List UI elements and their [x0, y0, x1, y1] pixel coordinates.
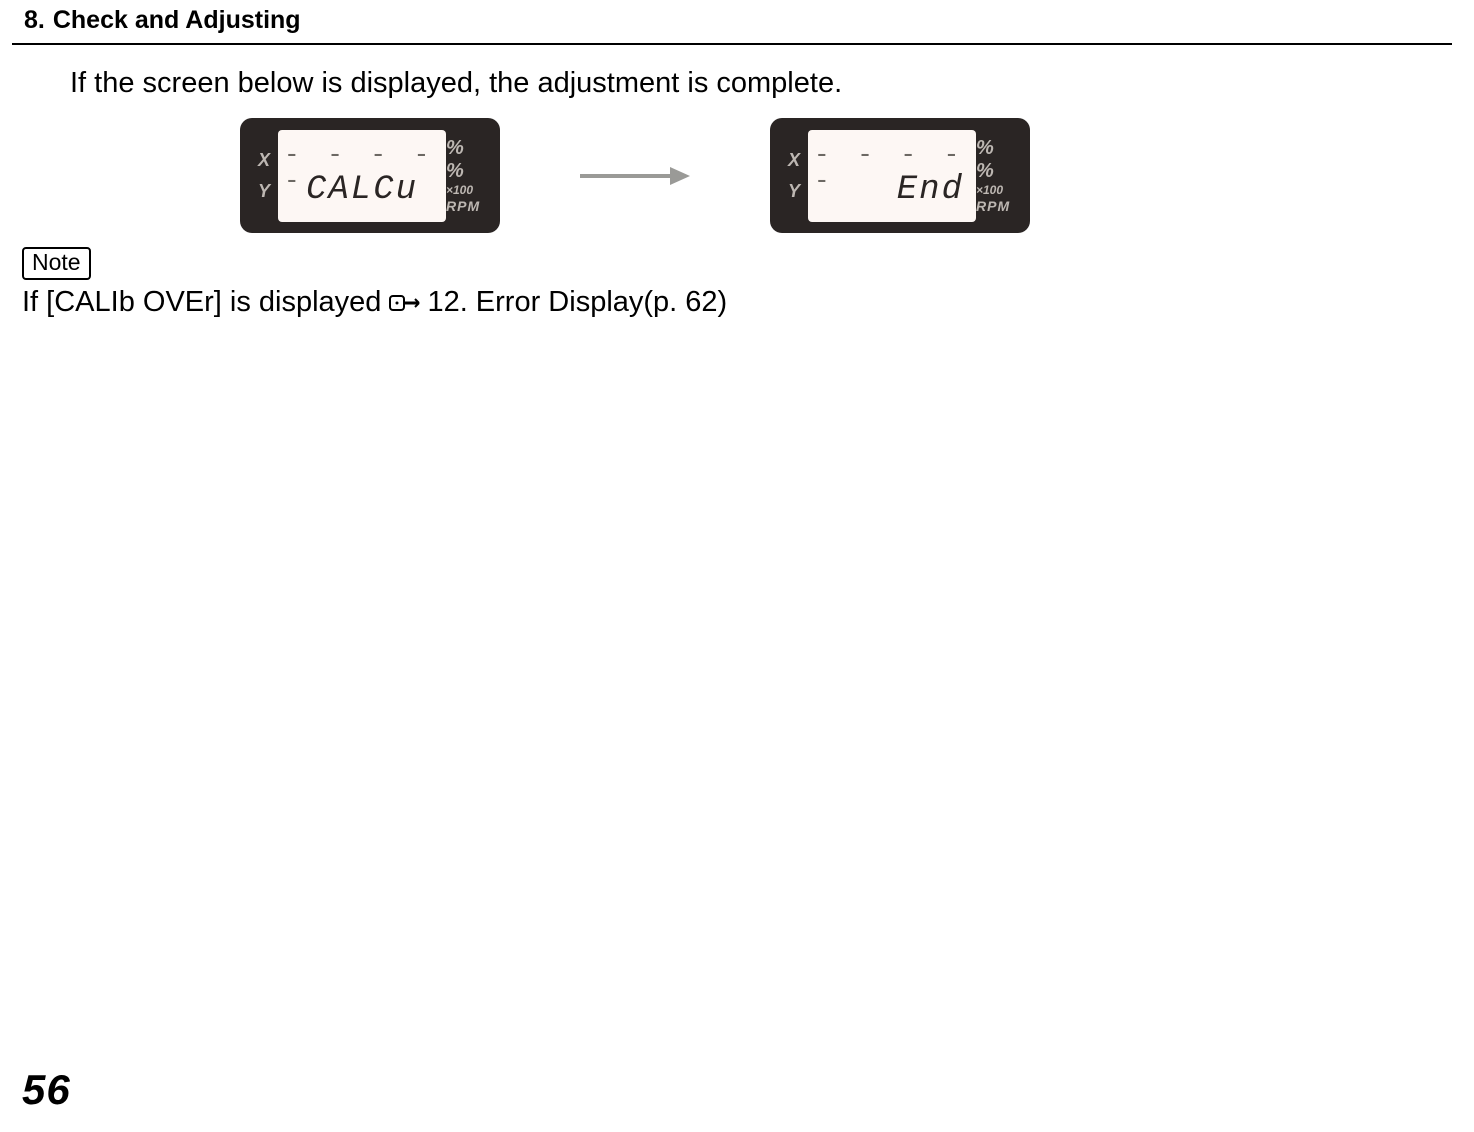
note-label-row: Note	[22, 247, 1474, 280]
lcd-right-top-dashes: - - - - -	[814, 142, 970, 172]
pointing-hand-icon	[389, 290, 423, 316]
percent-label: %	[446, 161, 464, 181]
lcd-right-axis-labels: X Y	[780, 150, 808, 202]
lcd-right-main-text: End	[814, 172, 970, 209]
section-title: Check and Adjusting	[53, 6, 301, 35]
lcd-right-right-labels: % % ×100 RPM	[976, 138, 1020, 213]
x100-label: ×100	[976, 184, 1003, 196]
note-pre: If [CALIb OVEr] is displayed	[22, 286, 381, 319]
note-post: 12. Error Display(p. 62)	[427, 286, 727, 319]
rpm-label: RPM	[976, 199, 1010, 213]
rpm-label: RPM	[446, 199, 480, 213]
arrow-right-icon	[580, 166, 690, 186]
lcd-left-main-text: CALCu	[306, 172, 418, 209]
page-header: 8. Check and Adjusting	[12, 0, 1452, 45]
lcd-screen-right: - - - - - End	[808, 130, 976, 222]
lcd-left-top-dashes: - - - - -	[284, 142, 440, 172]
y-label: Y	[250, 181, 278, 202]
intro-text: If the screen below is displayed, the ad…	[70, 67, 1474, 100]
page-number: 56	[22, 1066, 71, 1114]
y-label: Y	[780, 181, 808, 202]
lcd-module-calcu: X Y - - - - - CALCu % % ×100 RPM	[240, 118, 500, 233]
x-label: X	[780, 150, 808, 171]
note-text: If [CALIb OVEr] is displayed 12. Error D…	[22, 286, 1474, 319]
lcd-module-end: X Y - - - - - End % % ×100 RPM	[770, 118, 1030, 233]
percent-label: %	[446, 138, 464, 158]
percent-label: %	[976, 161, 994, 181]
lcd-screen-left: - - - - - CALCu	[278, 130, 446, 222]
x100-label: ×100	[446, 184, 473, 196]
note-icon: Note	[22, 247, 91, 280]
lcd-left-right-labels: % % ×100 RPM	[446, 138, 490, 213]
display-row: X Y - - - - - CALCu % % ×100 RPM	[240, 118, 1474, 233]
section-number: 8.	[24, 6, 45, 35]
lcd-left-axis-labels: X Y	[250, 150, 278, 202]
percent-label: %	[976, 138, 994, 158]
x-label: X	[250, 150, 278, 171]
